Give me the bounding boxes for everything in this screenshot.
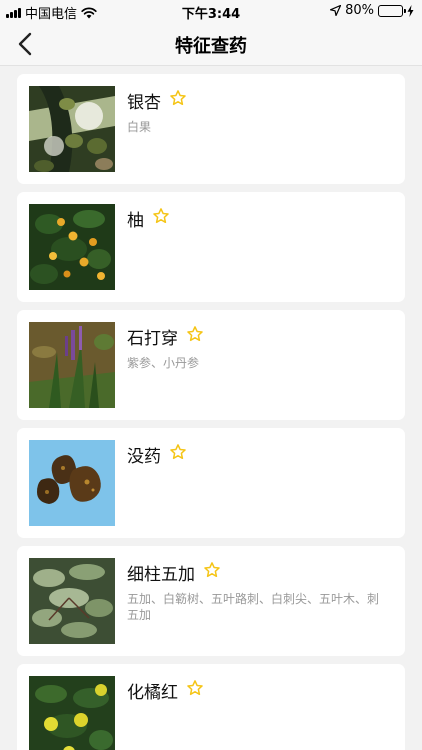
herb-card-shidachuan[interactable]: 石打穿 紫参、小丹参: [17, 310, 405, 420]
herb-photo-pomelo: [29, 204, 115, 290]
herb-photo-ginkgo: [29, 86, 115, 172]
herb-name: 柚: [127, 211, 144, 231]
herb-alias: 紫参、小丹参: [127, 356, 200, 370]
herb-card-yinxing[interactable]: 银杏 白果: [17, 74, 405, 184]
favorite-star-icon[interactable]: [186, 679, 204, 702]
favorite-star-icon[interactable]: [152, 207, 170, 230]
herb-name: 石打穿: [127, 329, 178, 349]
battery-percent: 80%: [345, 3, 374, 18]
herb-name: 细柱五加: [127, 565, 195, 585]
herb-photo-huajuhong: [29, 676, 115, 750]
battery-icon: [378, 4, 406, 17]
favorite-star-icon[interactable]: [186, 325, 204, 348]
herb-name: 银杏: [127, 93, 161, 113]
herb-name-row: 没药: [127, 442, 187, 467]
status-bar: 中国电信 下午3:44 80%: [0, 0, 422, 22]
herb-card-xizhuwujia[interactable]: 细柱五加 五加、白簕树、五叶路刺、白刺尖、五叶木、刺五加: [17, 546, 405, 656]
herb-name-row: 细柱五加: [127, 560, 221, 585]
charging-bolt-icon: [407, 4, 414, 17]
herb-card-huajuhong[interactable]: 化橘红: [17, 664, 405, 750]
herb-alias: 白果: [127, 120, 152, 134]
herb-photo-shidachuan: [29, 322, 115, 408]
herb-photo-myrrh: [29, 440, 115, 526]
herb-card-moyao[interactable]: 没药: [17, 428, 405, 538]
location-arrow-icon: [330, 5, 342, 16]
herb-alias: 五加、白簕树、五叶路刺、白刺尖、五叶木、刺五加: [127, 592, 380, 622]
herb-name: 没药: [127, 447, 161, 467]
herb-name-row: 银杏: [127, 88, 187, 113]
herb-name-row: 石打穿: [127, 324, 204, 349]
herb-name-row: 化橘红: [127, 678, 204, 703]
favorite-star-icon[interactable]: [169, 89, 187, 112]
herb-name: 化橘红: [127, 683, 178, 703]
herb-name-row: 柚: [127, 206, 170, 231]
page-title: 特征查药: [175, 36, 247, 57]
navigation-bar: 特征查药: [0, 22, 422, 66]
herb-card-you[interactable]: 柚: [17, 192, 405, 302]
favorite-star-icon[interactable]: [169, 443, 187, 466]
status-right: 80%: [330, 3, 414, 18]
favorite-star-icon[interactable]: [203, 561, 221, 584]
herb-photo-acanthopanax: [29, 558, 115, 644]
